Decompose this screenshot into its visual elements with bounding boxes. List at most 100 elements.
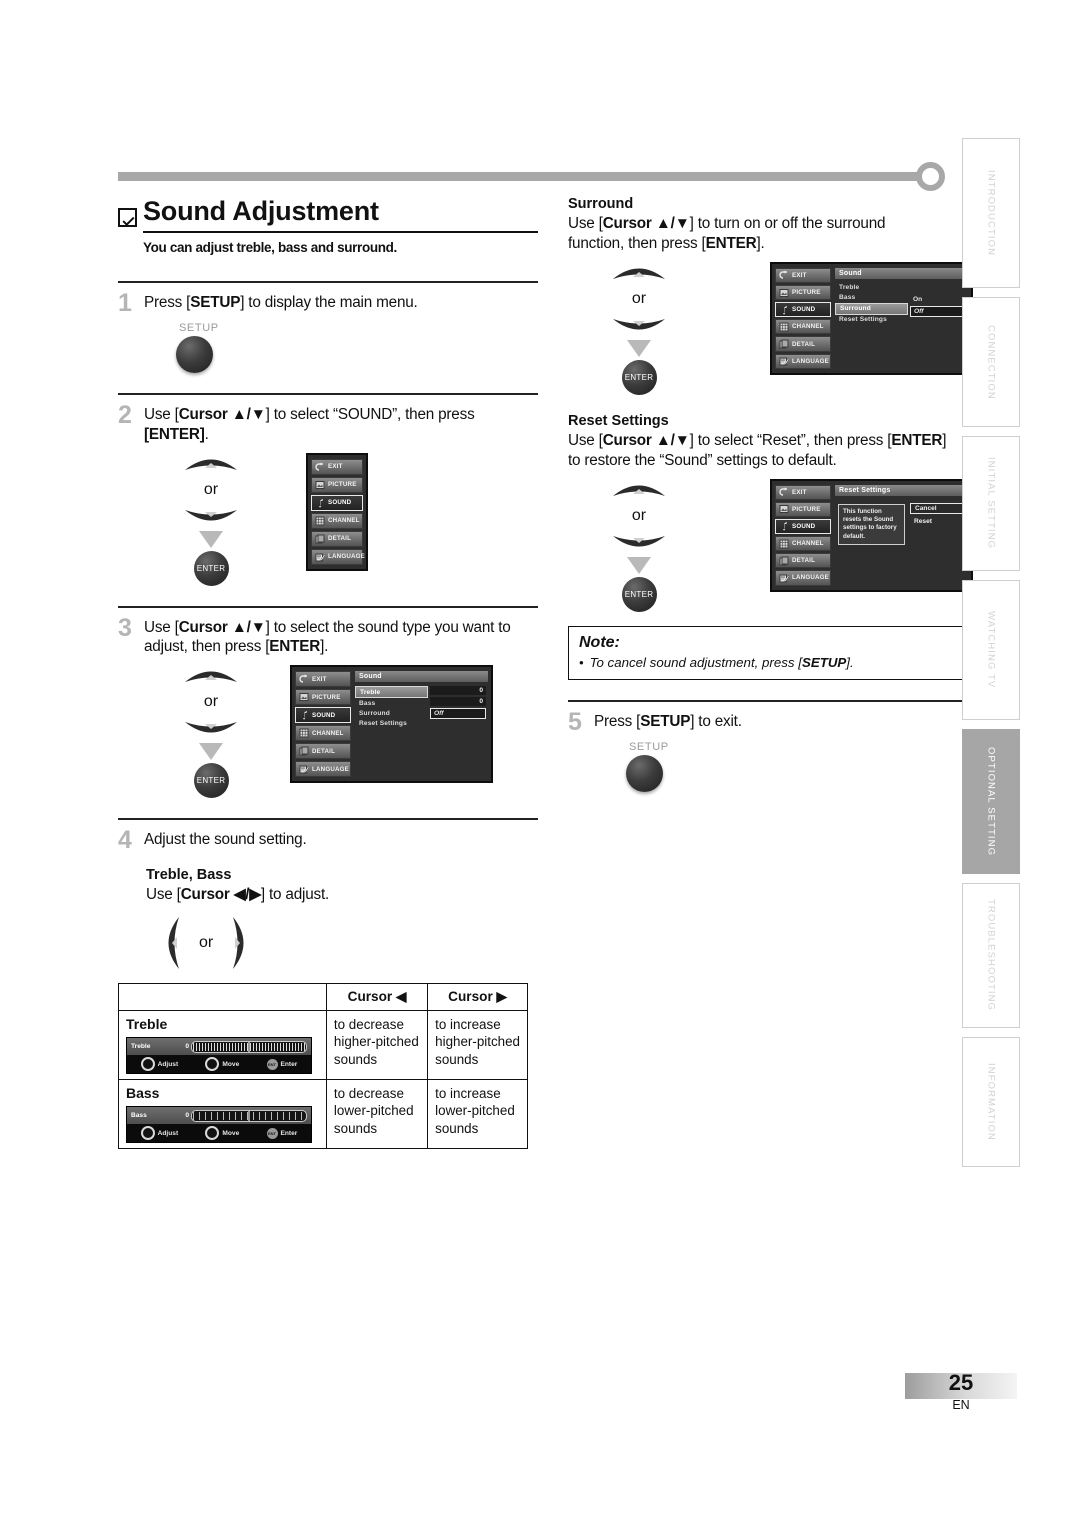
tab-introduction[interactable]: INTRODUCTION bbox=[962, 138, 1020, 288]
osd-item-sound[interactable]: SOUND bbox=[775, 518, 831, 535]
cursor-up-button-icon[interactable] bbox=[183, 453, 239, 476]
osd-value-surround: Off bbox=[430, 708, 486, 720]
step-3: 3 Use [Cursor ▲/▼] to select the sound t… bbox=[118, 605, 538, 799]
osd-row-bass[interactable]: Bass bbox=[835, 293, 908, 303]
cursor-left-button-icon[interactable] bbox=[162, 915, 185, 971]
osd-item-detail[interactable]: DETAIL bbox=[295, 743, 351, 760]
step-3-text: Use [Cursor ▲/▼] to select the sound typ… bbox=[144, 618, 511, 656]
osd-item-picture[interactable]: PICTURE bbox=[311, 476, 363, 493]
detail-folder-icon bbox=[315, 534, 325, 544]
cursor-down-button-icon[interactable] bbox=[183, 504, 239, 527]
osd-reset-button[interactable]: Reset bbox=[910, 517, 966, 526]
adjust-label: Adjust bbox=[157, 1129, 179, 1137]
osd-item-detail[interactable]: DETAIL bbox=[311, 530, 363, 547]
cursor-up-button-icon[interactable] bbox=[183, 665, 239, 688]
setup-knob-icon-1[interactable] bbox=[176, 335, 213, 373]
osd-row-reset-settings[interactable]: Reset Settings bbox=[355, 718, 428, 728]
bass-bar-value: 0 bbox=[185, 1112, 189, 1120]
osd-item-channel[interactable]: CHANNEL bbox=[311, 512, 363, 529]
osd-item-detail[interactable]: DETAIL bbox=[775, 336, 831, 352]
or-label-2: or bbox=[203, 480, 219, 498]
label: DETAIL bbox=[792, 340, 816, 348]
setup-knob-icon-5[interactable] bbox=[626, 754, 663, 792]
picture-icon bbox=[299, 693, 309, 702]
manual-page: Sound Adjustment You can adjust treble, … bbox=[0, 0, 1080, 1528]
cursor-down-button-icon[interactable] bbox=[611, 530, 667, 553]
step-4-number: 4 bbox=[118, 826, 132, 855]
flow-arrow-icon-2 bbox=[199, 530, 223, 548]
osd-item-sound[interactable]: SOUND bbox=[295, 707, 351, 724]
th-blank bbox=[118, 983, 327, 1012]
osd-item-exit[interactable]: EXIT bbox=[775, 267, 831, 283]
move-ring-icon bbox=[205, 1126, 220, 1141]
tab-information[interactable]: INFORMATION bbox=[962, 1037, 1020, 1167]
cursor-up-button-icon[interactable] bbox=[611, 479, 667, 502]
osd-row-treble[interactable]: Treble bbox=[355, 686, 428, 699]
enter-button-icon-3[interactable]: ENTER bbox=[193, 763, 229, 799]
step-1: 1 Press [SETUP] to display the main menu… bbox=[118, 280, 538, 373]
osd-item-language[interactable]: LANGUAGE bbox=[311, 548, 366, 565]
osd-option-off[interactable]: Off bbox=[910, 305, 966, 317]
osd-item-channel[interactable]: CHANNEL bbox=[775, 319, 831, 335]
step-1-number: 1 bbox=[118, 288, 132, 317]
cursor-down-button-icon[interactable] bbox=[611, 313, 667, 336]
or-label-3: or bbox=[203, 693, 219, 711]
cursor-up-button-icon[interactable] bbox=[611, 262, 667, 285]
osd-cancel-button[interactable]: Cancel bbox=[910, 502, 966, 514]
tab-initial-setting[interactable]: INITIAL SETTING bbox=[962, 436, 1020, 571]
osd-row-treble[interactable]: Treble bbox=[835, 283, 908, 293]
osd-item-channel[interactable]: CHANNEL bbox=[775, 536, 831, 552]
osd-row-reset-settings[interactable]: Reset Settings bbox=[835, 315, 908, 325]
osd-item-picture[interactable]: PICTURE bbox=[295, 689, 351, 706]
cursor-leftright-graphic: or bbox=[162, 915, 538, 971]
osd-item-detail[interactable]: DETAIL bbox=[775, 553, 831, 569]
tab-connection[interactable]: CONNECTION bbox=[962, 297, 1020, 427]
setup-button-graphic-5: SETUP bbox=[626, 741, 980, 792]
th-cursor-right: Cursor ▶ bbox=[427, 983, 528, 1012]
flow-arrow-icon-surround bbox=[627, 339, 651, 357]
treble-bar-label: Treble bbox=[131, 1043, 151, 1051]
treble-hint-enter: ENT Enter bbox=[266, 1058, 297, 1070]
enter-button-icon-surround[interactable]: ENTER bbox=[621, 359, 657, 395]
surround-section: Surround Use [Cursor ▲/▼] to turn on or … bbox=[568, 196, 980, 395]
osd-row-bass[interactable]: Bass bbox=[355, 698, 428, 708]
treble-decrease-text: to decrease higher-pitched sounds bbox=[325, 1010, 429, 1081]
detail-folder-icon bbox=[299, 746, 309, 756]
treble-hint-adjust: Adjust bbox=[140, 1057, 178, 1072]
osd-item-sound[interactable]: SOUND bbox=[311, 494, 363, 511]
enter-button-icon-2[interactable]: ENTER bbox=[193, 550, 229, 586]
cursor-down-button-icon[interactable] bbox=[183, 716, 239, 739]
osd-item-picture[interactable]: PICTURE bbox=[775, 501, 831, 517]
bass-slider[interactable] bbox=[191, 1109, 307, 1122]
treble-slider[interactable] bbox=[191, 1040, 307, 1053]
osd-value-bass: 0 bbox=[430, 697, 486, 707]
enter-dot-icon: ENT bbox=[266, 1127, 278, 1139]
osd-item-exit[interactable]: EXIT bbox=[775, 484, 831, 500]
step-1-text: Press [SETUP] to display the main menu. bbox=[144, 293, 418, 311]
osd-item-language[interactable]: LANGUAGE bbox=[295, 761, 351, 778]
osd-item-language[interactable]: LANGUAGE bbox=[775, 570, 831, 586]
osd-item-channel[interactable]: CHANNEL bbox=[295, 725, 351, 742]
tab-troubleshooting[interactable]: TROUBLESHOOTING bbox=[962, 883, 1020, 1028]
cursor-updown-graphic-2: or ENTER bbox=[176, 453, 246, 586]
osd-option-on[interactable]: On bbox=[910, 295, 966, 304]
tab-optional-setting[interactable]: OPTIONAL SETTING bbox=[962, 729, 1020, 874]
step-5-number: 5 bbox=[568, 707, 582, 736]
osd-item-exit[interactable]: EXIT bbox=[311, 458, 363, 475]
cursor-right-button-icon[interactable] bbox=[227, 915, 250, 971]
step-2-text: Use [Cursor ▲/▼] to select “SOUND”, then… bbox=[144, 405, 475, 443]
osd-item-language-label: LANGUAGE bbox=[328, 553, 366, 561]
bass-hint-move: Move bbox=[205, 1126, 239, 1141]
osd-item-language[interactable]: LANGUAGE bbox=[775, 353, 831, 369]
tab-connection-label: CONNECTION bbox=[985, 324, 997, 400]
osd-item-exit[interactable]: EXIT bbox=[295, 671, 351, 688]
osd-item-picture[interactable]: PICTURE bbox=[775, 284, 831, 301]
tab-watching-tv[interactable]: WATCHING TV bbox=[962, 580, 1020, 720]
enter-button-icon-reset[interactable]: ENTER bbox=[621, 576, 657, 612]
osd-row-surround[interactable]: Surround bbox=[835, 302, 908, 315]
label: EXIT bbox=[312, 675, 327, 683]
osd-row-surround[interactable]: Surround bbox=[355, 708, 428, 718]
page-title: Sound Adjustment bbox=[143, 196, 538, 233]
setup-button-graphic-1: SETUP bbox=[176, 322, 538, 373]
osd-item-sound[interactable]: SOUND bbox=[775, 302, 831, 318]
